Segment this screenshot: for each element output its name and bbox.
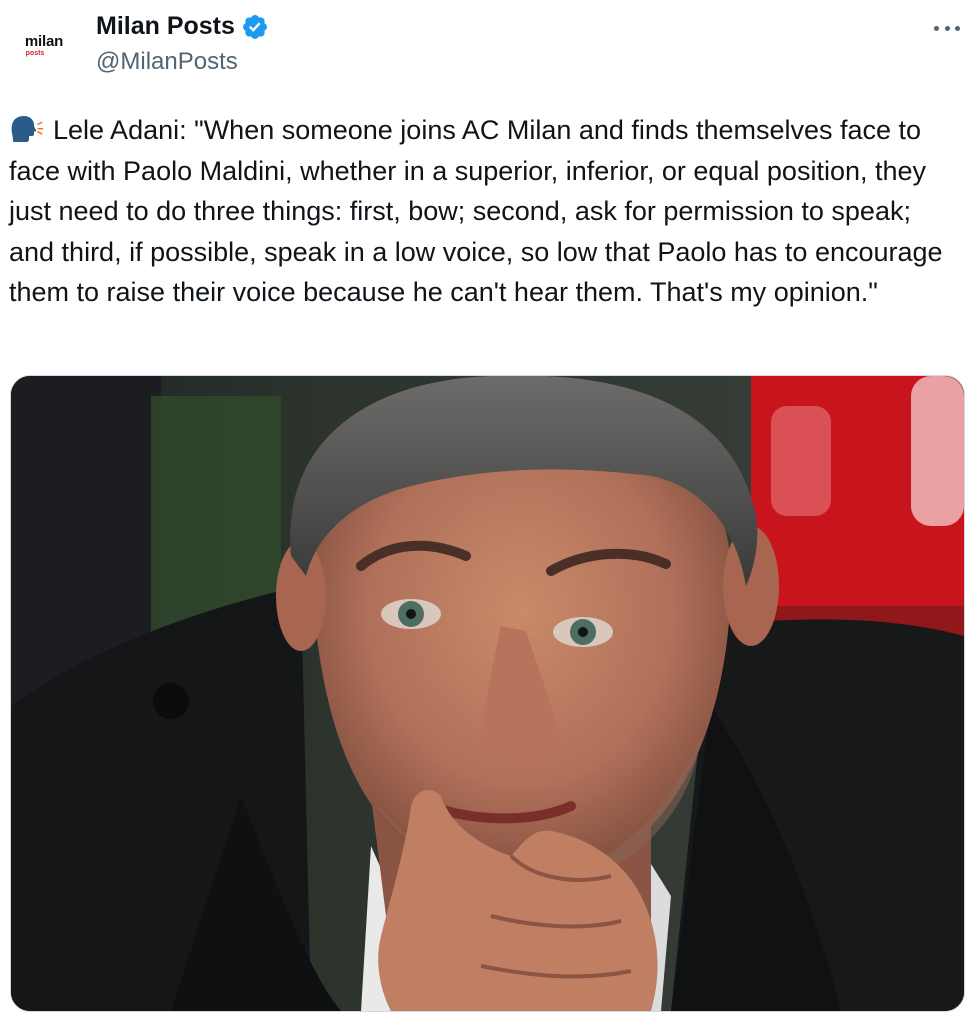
speaking-head-icon: [9, 114, 45, 142]
tweet-text: Lele Adani: "When someone joins AC Milan…: [9, 115, 951, 307]
tweet-card[interactable]: milan posts Milan Posts @MilanPosts Lele…: [0, 0, 978, 1024]
avatar[interactable]: milan posts: [8, 10, 80, 82]
author-display-name[interactable]: Milan Posts: [96, 12, 235, 41]
photo-portrait: [11, 376, 964, 1011]
avatar-logo-text: milan: [24, 33, 64, 50]
tweet-photo[interactable]: [10, 375, 965, 1012]
avatar-logo-subtext: posts: [25, 50, 45, 57]
author-name-row: Milan Posts: [96, 12, 269, 41]
more-options-icon[interactable]: [934, 18, 960, 38]
verified-badge-icon[interactable]: [241, 13, 269, 41]
tweet-text-container: Lele Adani: "When someone joins AC Milan…: [9, 110, 959, 313]
author-handle[interactable]: @MilanPosts: [96, 48, 238, 76]
